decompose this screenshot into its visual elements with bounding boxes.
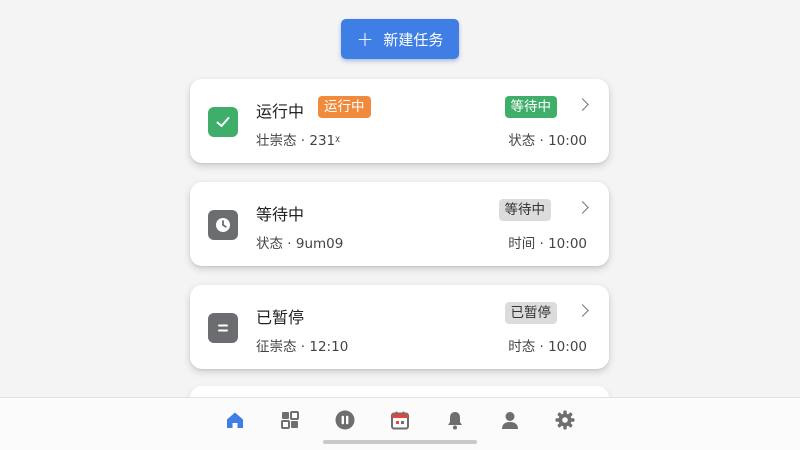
home-indicator[interactable] xyxy=(323,440,477,444)
pause-circle-icon[interactable] xyxy=(334,409,356,431)
task-subtitle: 壮崇态 · 231ᵡ xyxy=(256,133,341,149)
calendar-icon[interactable] xyxy=(389,409,411,431)
clock-icon xyxy=(208,210,238,240)
chevron-right-icon[interactable] xyxy=(576,304,589,317)
pause-icon xyxy=(208,313,238,343)
task-time: 状态 · 10:00 xyxy=(508,133,587,149)
task-card-paused[interactable]: 已暂停 已暂停 征崇态 · 12:10 时态 · 10:00 xyxy=(190,285,609,369)
task-card-waiting[interactable]: 等待中 等待中 状态 · 9um09 时间 · 10:00 xyxy=(190,182,609,266)
gear-icon[interactable] xyxy=(554,409,576,431)
chevron-right-icon[interactable] xyxy=(576,98,589,111)
home-icon[interactable] xyxy=(224,409,246,431)
task-title: 运行中 xyxy=(256,102,305,121)
task-subtitle: 状态 · 9um09 xyxy=(256,236,344,252)
task-title: 已暂停 xyxy=(256,308,305,327)
plus-icon: + xyxy=(356,27,374,51)
task-title: 等待中 xyxy=(256,205,305,224)
status-badge: 已暂停 xyxy=(504,302,557,324)
task-subtitle: 征崇态 · 12:10 xyxy=(256,339,349,355)
status-badge: 等待中 xyxy=(504,96,557,118)
task-card-running[interactable]: 运行中 运行中 等待中 壮崇态 · 231ᵡ 状态 · 10:00 xyxy=(190,79,609,163)
grid-icon[interactable] xyxy=(279,409,301,431)
new-task-button[interactable]: + 新建任务 xyxy=(341,19,459,59)
running-badge: 运行中 xyxy=(318,96,371,118)
user-icon[interactable] xyxy=(499,409,521,431)
new-task-label: 新建任务 xyxy=(383,30,444,49)
task-time: 时态 · 10:00 xyxy=(508,339,587,355)
check-icon xyxy=(208,107,238,137)
chevron-right-icon[interactable] xyxy=(576,201,589,214)
status-badge: 等待中 xyxy=(498,199,551,221)
bell-icon[interactable] xyxy=(444,409,466,431)
task-time: 时间 · 10:00 xyxy=(508,236,587,252)
